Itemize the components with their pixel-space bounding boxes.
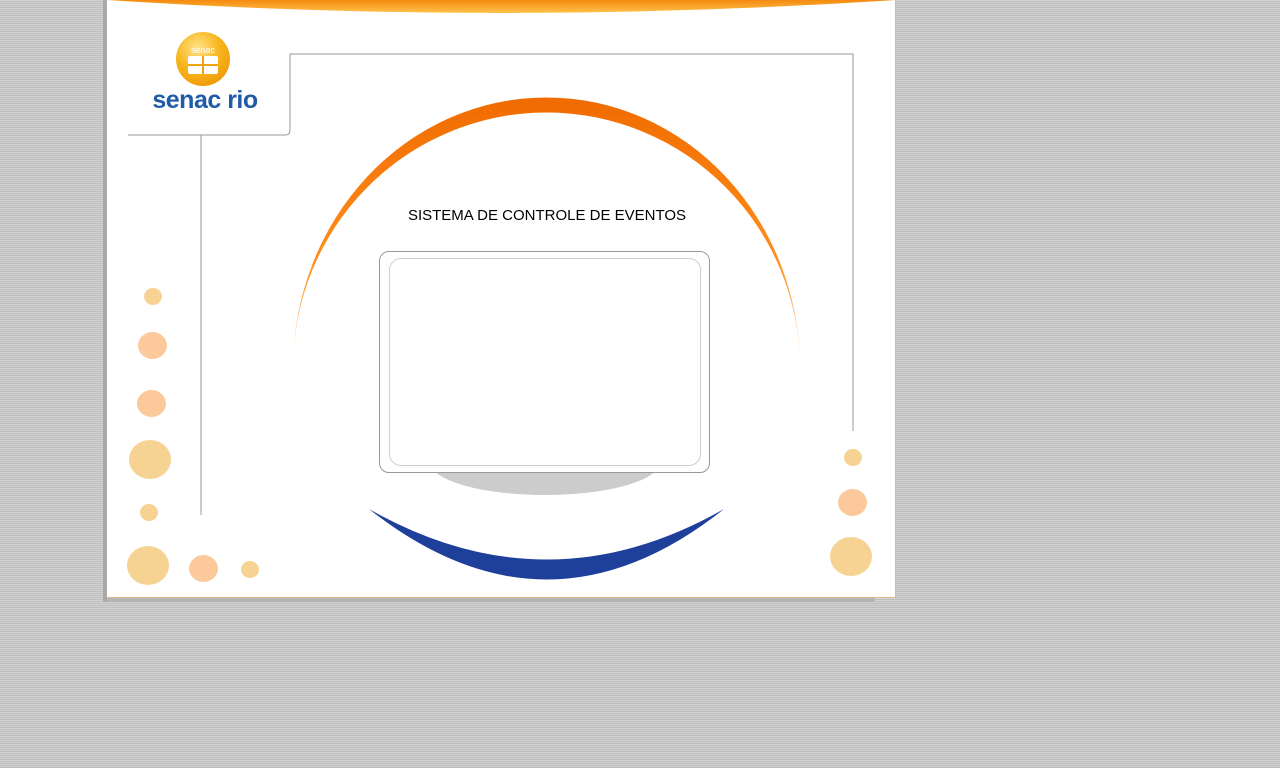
logo-badge: senac — [176, 32, 230, 86]
decorative-dot — [137, 390, 166, 417]
main-panel: senac senac rio SISTEMA DE CONTROLE DE E… — [107, 0, 896, 598]
senac-rio-logo: senac senac rio — [143, 30, 267, 116]
decorative-dot — [138, 332, 167, 359]
logo-badge-square — [188, 56, 218, 74]
decorative-dot — [127, 546, 169, 585]
decorative-dot — [241, 561, 259, 578]
decorative-dot — [844, 449, 862, 466]
content-box — [379, 251, 710, 473]
blue-arc — [369, 509, 724, 580]
decorative-dot — [140, 504, 158, 521]
decorative-dot — [189, 555, 218, 582]
content-box-inner — [389, 258, 701, 466]
logo-wordmark: senac rio — [152, 86, 258, 114]
decorative-dot — [144, 288, 162, 305]
decorative-dot — [129, 440, 171, 479]
decorative-dot — [838, 489, 867, 516]
page-title: SISTEMA DE CONTROLE DE EVENTOS — [407, 207, 687, 224]
decorative-dot — [830, 537, 872, 576]
logo-badge-label: senac — [190, 45, 216, 55]
